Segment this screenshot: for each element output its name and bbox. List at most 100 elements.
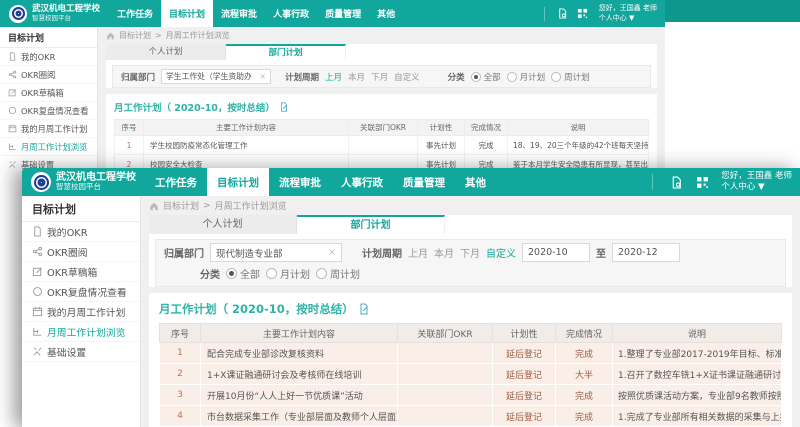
category-radio-weekly[interactable]: 周计划 (551, 71, 590, 83)
nav-item-hr-admin[interactable]: 人事行政 (331, 168, 393, 196)
clear-icon[interactable]: × (328, 247, 336, 258)
sidebar-item-my-plans[interactable]: 我的月周工作计划 (0, 120, 97, 138)
nav-item-other[interactable]: 其他 (455, 168, 496, 196)
date-from-input[interactable]: 2020-10 (522, 243, 590, 262)
sidebar-item-my-okr[interactable]: 我的OKR (22, 222, 140, 242)
table-header-row: 序号主要工作计划内容关联部门OKR计划性完成情况说明 (160, 324, 782, 343)
sidebar-item-okr-retro[interactable]: OKR复盘情况查看 (0, 102, 97, 120)
table-cell: 事先计划 (418, 136, 465, 155)
sidebar-title: 目标计划 (0, 27, 97, 48)
breadcrumb-current: 月周工作计划浏览 (166, 30, 230, 41)
flow-icon (32, 326, 43, 337)
period-option-next-month[interactable]: 下月 (460, 245, 480, 260)
qr-code-icon[interactable] (689, 176, 715, 189)
header-right: 您好，王国鑫 老师 个人中心 ▼ (536, 0, 665, 27)
chevron-down-icon: ▼ (758, 182, 765, 192)
tab-department-plan[interactable]: 部门计划 (226, 44, 346, 60)
category-radio-monthly[interactable]: 月计划 (507, 71, 546, 83)
user-greeting: 您好，王国鑫 老师 (599, 4, 657, 13)
nav-item-goal-plans[interactable]: 目标计划 (161, 0, 213, 27)
nav-item-work-tasks[interactable]: 工作任务 (145, 168, 207, 196)
sidebar-item-plan-browse[interactable]: 月周工作计划浏览 (22, 322, 140, 342)
period-option-custom[interactable]: 自定义 (486, 245, 516, 260)
table-cell: 按照优质课活动方案，专业部9名教师按照要… (613, 385, 782, 406)
category-radio-monthly[interactable]: 月计划 (266, 266, 310, 281)
nav-item-quality[interactable]: 质量管理 (393, 168, 455, 196)
nav-item-goal-plans[interactable]: 目标计划 (207, 168, 269, 196)
sidebar-item-basic-settings[interactable]: 基础设置 (22, 342, 140, 362)
school-logo-icon (9, 5, 27, 23)
category-radio-all[interactable]: 全部 (471, 71, 501, 83)
clear-icon[interactable]: × (259, 72, 266, 81)
radio-icon (507, 72, 517, 82)
sidebar: 目标计划 我的OKR OKR圈阅 OKR草稿箱 OKR复盘情况查看 我的月周工作… (22, 196, 141, 427)
table-row[interactable]: 21+X课证融通研讨会及考核师在线培训延后登记大半1.召开了数控车铣1+X证书课… (160, 364, 782, 385)
column-header: 说明 (613, 324, 782, 343)
category-radio-weekly[interactable]: 周计划 (316, 266, 360, 281)
nav-item-process-approval[interactable]: 流程审批 (269, 168, 331, 196)
share-icon (32, 246, 43, 257)
sidebar-item-okr-drafts[interactable]: OKR草稿箱 (0, 84, 97, 102)
plan-panel: 个人计划 部门计划 归属部门 现代制造专业部× 计划周期 上月 本月 下月 自定… (149, 215, 792, 287)
radio-icon (471, 72, 481, 82)
nav-item-other[interactable]: 其他 (369, 0, 403, 27)
platform-name: 智慧校园平台 (56, 183, 136, 192)
nav-item-work-tasks[interactable]: 工作任务 (109, 0, 161, 27)
nav-item-hr-admin[interactable]: 人事行政 (265, 0, 317, 27)
table-cell: 配合完成专业部诊改复核资料 (201, 343, 398, 364)
card-title: 月工作计划（ 2020-10，按时总结） (114, 100, 649, 114)
period-option-this-month[interactable]: 本月 (348, 71, 365, 83)
edit-document-icon[interactable] (358, 303, 370, 315)
department-label: 归属部门 (121, 71, 155, 83)
table-row[interactable]: 3开展10月份“人人上好一节优质课”活动延后登记完成按照优质课活动方案，专业部9… (160, 385, 782, 406)
tab-personal-plan[interactable]: 个人计划 (106, 44, 226, 60)
edit-icon (8, 88, 17, 97)
period-option-next-month[interactable]: 下月 (371, 71, 388, 83)
app-header: 武汉机电工程学校 智慧校园平台 工作任务 目标计划 流程审批 人事行政 质量管理… (22, 168, 800, 196)
period-option-last-month[interactable]: 上月 (408, 245, 428, 260)
qr-code-icon[interactable] (573, 8, 593, 19)
tab-department-plan[interactable]: 部门计划 (297, 215, 445, 234)
breadcrumb-root[interactable]: 目标计划 (163, 199, 199, 212)
sidebar-item-okr-retro[interactable]: OKR复盘情况查看 (22, 282, 140, 302)
file-gear-icon[interactable] (663, 176, 689, 189)
user-menu[interactable]: 个人中心 ▼ (599, 14, 657, 23)
sidebar-item-plan-browse[interactable]: 月周工作计划浏览 (0, 138, 97, 156)
flow-icon (8, 142, 17, 151)
edit-document-icon[interactable] (279, 102, 289, 112)
sidebar-item-okr-drafts[interactable]: OKR草稿箱 (22, 262, 140, 282)
edit-icon (32, 266, 43, 277)
sidebar-item-my-plans[interactable]: 我的月周工作计划 (22, 302, 140, 322)
breadcrumb-root[interactable]: 目标计划 (119, 30, 151, 41)
period-option-last-month[interactable]: 上月 (325, 71, 342, 83)
period-option-custom[interactable]: 自定义 (394, 71, 420, 83)
date-to-input[interactable]: 2020-12 (612, 243, 680, 262)
main-nav: 工作任务 目标计划 流程审批 人事行政 质量管理 其他 (145, 168, 496, 196)
category-label: 分类 (448, 71, 465, 83)
tab-personal-plan[interactable]: 个人计划 (149, 215, 297, 234)
nav-item-quality[interactable]: 质量管理 (317, 0, 369, 27)
user-menu[interactable]: 个人中心 ▼ (721, 182, 792, 193)
sidebar-item-okr-review[interactable]: OKR圈阅 (22, 242, 140, 262)
column-header: 关联部门OKR (398, 324, 493, 343)
nav-item-process-approval[interactable]: 流程审批 (213, 0, 265, 27)
table-cell: 学生校园防疫常态化管理工作 (144, 136, 349, 155)
plan-table: 序号主要工作计划内容关联部门OKR计划性完成情况说明 1配合完成专业部诊改复核资… (159, 323, 782, 427)
user-greeting: 您好，王国鑫 老师 (721, 171, 792, 182)
file-gear-icon[interactable] (553, 8, 573, 19)
department-input[interactable]: 学生工作处（学生资助办× (161, 69, 271, 84)
table-cell: 大半 (556, 364, 613, 385)
category-radio-all[interactable]: 全部 (226, 266, 260, 281)
table-cell: 开展10月份“人人上好一节优质课”活动 (201, 385, 398, 406)
department-input[interactable]: 现代制造专业部× (210, 243, 342, 262)
table-cell: 3 (160, 385, 201, 406)
table-row[interactable]: 1学生校园防疫常态化管理工作事先计划完成18、19、20三个年级的42个班每天坚… (115, 136, 649, 155)
period-option-this-month[interactable]: 本月 (434, 245, 454, 260)
background-window-edge (665, 0, 800, 22)
table-row[interactable]: 4市台数据采集工作（专业部层面及教师个人层面）延后登记完成1.完成了专业部所有相… (160, 406, 782, 427)
sidebar-item-okr-review[interactable]: OKR圈阅 (0, 66, 97, 84)
table-row[interactable]: 1配合完成专业部诊改复核资料延后登记完成1.整理了专业部2017-2019年目标… (160, 343, 782, 364)
monthly-plan-card: 月工作计划（ 2020-10，按时总结） 序号主要工作计划内容关联部门OKR计划… (149, 293, 792, 427)
sidebar-item-my-okr[interactable]: 我的OKR (0, 48, 97, 66)
column-header: 序号 (115, 120, 144, 136)
